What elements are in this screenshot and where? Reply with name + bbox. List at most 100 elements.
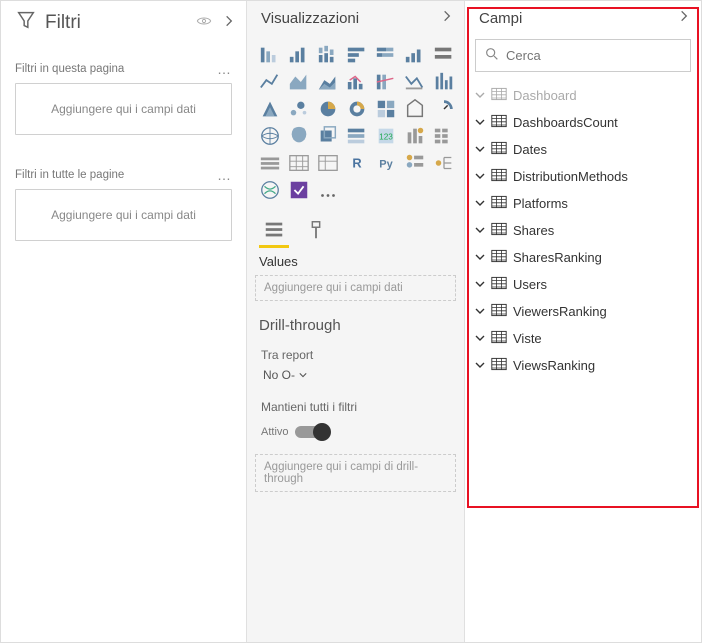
viz-type-button[interactable] bbox=[286, 70, 312, 94]
viz-type-button[interactable] bbox=[257, 70, 283, 94]
viz-type-button[interactable] bbox=[315, 151, 341, 175]
viz-type-button[interactable] bbox=[257, 97, 283, 121]
table-icon bbox=[491, 276, 507, 293]
viz-type-button[interactable] bbox=[402, 97, 428, 121]
svg-text:R: R bbox=[352, 156, 361, 171]
viz-type-button[interactable] bbox=[315, 70, 341, 94]
chevron-right-icon[interactable] bbox=[440, 9, 454, 27]
viz-type-button[interactable] bbox=[286, 43, 312, 67]
field-table-item[interactable]: Viste bbox=[471, 325, 695, 352]
keep-filters-label: Mantieni tutti i filtri bbox=[261, 400, 450, 414]
svg-text:123: 123 bbox=[379, 133, 393, 142]
field-table-item[interactable]: Users bbox=[471, 271, 695, 298]
filters-page-label: Filtri in questa pagina bbox=[15, 63, 124, 75]
viz-type-button[interactable]: Py bbox=[373, 151, 399, 175]
filters-panel: Filtri Filtri in questa pagina … Aggiung… bbox=[1, 1, 247, 642]
viz-type-button[interactable] bbox=[315, 124, 341, 148]
viz-type-button[interactable] bbox=[431, 43, 457, 67]
field-table-item[interactable]: Dates bbox=[471, 136, 695, 163]
filters-title: Filtri bbox=[45, 12, 81, 34]
values-label: Values bbox=[247, 248, 464, 273]
viz-type-button[interactable] bbox=[315, 43, 341, 67]
chevron-down-icon bbox=[475, 223, 485, 238]
chevron-down-icon bbox=[475, 250, 485, 265]
viz-type-button[interactable] bbox=[431, 124, 457, 148]
viz-type-button[interactable] bbox=[286, 97, 312, 121]
drillthrough-dropzone[interactable]: Aggiungere qui i campi di drill-through bbox=[255, 454, 456, 492]
filters-allpages-label: Filtri in tutte le pagine bbox=[15, 169, 124, 181]
cross-report-dropdown[interactable]: No O- bbox=[261, 364, 450, 386]
values-dropzone[interactable]: Aggiungere qui i campi dati bbox=[255, 275, 456, 301]
viz-type-button[interactable] bbox=[344, 97, 370, 121]
viz-type-button[interactable]: R bbox=[344, 151, 370, 175]
viz-type-button[interactable]: 123 bbox=[373, 124, 399, 148]
chevron-down-icon bbox=[475, 358, 485, 373]
search-icon bbox=[484, 46, 500, 65]
field-table-item[interactable]: SharesRanking bbox=[471, 244, 695, 271]
filters-allpages-dropzone[interactable]: Aggiungere qui i campi dati bbox=[15, 189, 232, 241]
viz-type-button[interactable] bbox=[402, 151, 428, 175]
field-table-item[interactable]: DashboardsCount bbox=[471, 109, 695, 136]
viz-type-button[interactable] bbox=[257, 151, 283, 175]
viz-type-button[interactable] bbox=[286, 178, 312, 202]
field-table-name: Dates bbox=[513, 142, 547, 157]
viz-type-button[interactable] bbox=[431, 97, 457, 121]
viz-type-button[interactable] bbox=[402, 70, 428, 94]
table-icon bbox=[491, 222, 507, 239]
search-input[interactable] bbox=[506, 48, 682, 63]
table-icon bbox=[491, 357, 507, 374]
field-table-name: DashboardsCount bbox=[513, 115, 618, 130]
viz-type-button[interactable] bbox=[402, 124, 428, 148]
viz-type-button[interactable] bbox=[257, 124, 283, 148]
chevron-down-icon bbox=[475, 277, 485, 292]
viz-type-button[interactable] bbox=[315, 97, 341, 121]
viz-type-button[interactable] bbox=[344, 43, 370, 67]
field-table-name: DistributionMethods bbox=[513, 169, 628, 184]
viz-gallery: 123 R Py bbox=[247, 33, 464, 210]
field-list: Dashboard DashboardsCount Dates Distributio… bbox=[465, 78, 701, 383]
chevron-down-icon bbox=[475, 169, 485, 184]
field-table-item[interactable]: Shares bbox=[471, 217, 695, 244]
viz-type-button[interactable] bbox=[373, 97, 399, 121]
chevron-right-icon[interactable] bbox=[677, 9, 691, 27]
more-icon[interactable]: … bbox=[217, 167, 232, 183]
chevron-down-icon bbox=[475, 196, 485, 211]
viz-type-button[interactable] bbox=[257, 43, 283, 67]
table-icon bbox=[491, 114, 507, 131]
viz-type-button[interactable] bbox=[257, 178, 283, 202]
table-icon bbox=[491, 168, 507, 185]
viz-type-button[interactable] bbox=[315, 178, 341, 202]
keep-filters-toggle[interactable] bbox=[295, 426, 329, 438]
field-table-name: SharesRanking bbox=[513, 250, 602, 265]
viz-type-button[interactable] bbox=[373, 43, 399, 67]
viz-type-button[interactable] bbox=[431, 151, 457, 175]
field-table-item[interactable]: Dashboard bbox=[471, 82, 695, 109]
viz-type-button[interactable] bbox=[402, 43, 428, 67]
cross-report-label: Tra report bbox=[261, 348, 450, 362]
format-tab[interactable] bbox=[301, 214, 331, 248]
svg-text:Py: Py bbox=[379, 159, 393, 171]
viz-type-button[interactable] bbox=[373, 70, 399, 94]
chevron-right-icon[interactable] bbox=[222, 14, 236, 32]
table-icon bbox=[491, 87, 507, 104]
field-table-item[interactable]: DistributionMethods bbox=[471, 163, 695, 190]
fields-title: Campi bbox=[479, 10, 677, 27]
field-table-name: Users bbox=[513, 277, 547, 292]
viz-type-button[interactable] bbox=[344, 124, 370, 148]
more-icon[interactable]: … bbox=[217, 61, 232, 77]
filters-page-dropzone[interactable]: Aggiungere qui i campi dati bbox=[15, 83, 232, 135]
search-input-wrapper[interactable] bbox=[475, 39, 691, 72]
viz-type-button[interactable] bbox=[344, 70, 370, 94]
field-table-item[interactable]: ViewsRanking bbox=[471, 352, 695, 379]
field-table-name: ViewersRanking bbox=[513, 304, 607, 319]
chevron-down-icon bbox=[475, 115, 485, 130]
viz-type-button[interactable] bbox=[286, 124, 312, 148]
viz-type-button[interactable] bbox=[286, 151, 312, 175]
eye-icon[interactable] bbox=[196, 13, 212, 33]
field-table-name: Platforms bbox=[513, 196, 568, 211]
toggle-label: Attivo bbox=[261, 426, 289, 438]
field-table-item[interactable]: ViewersRanking bbox=[471, 298, 695, 325]
fields-well-tab[interactable] bbox=[259, 214, 289, 248]
field-table-item[interactable]: Platforms bbox=[471, 190, 695, 217]
viz-type-button[interactable] bbox=[431, 70, 457, 94]
